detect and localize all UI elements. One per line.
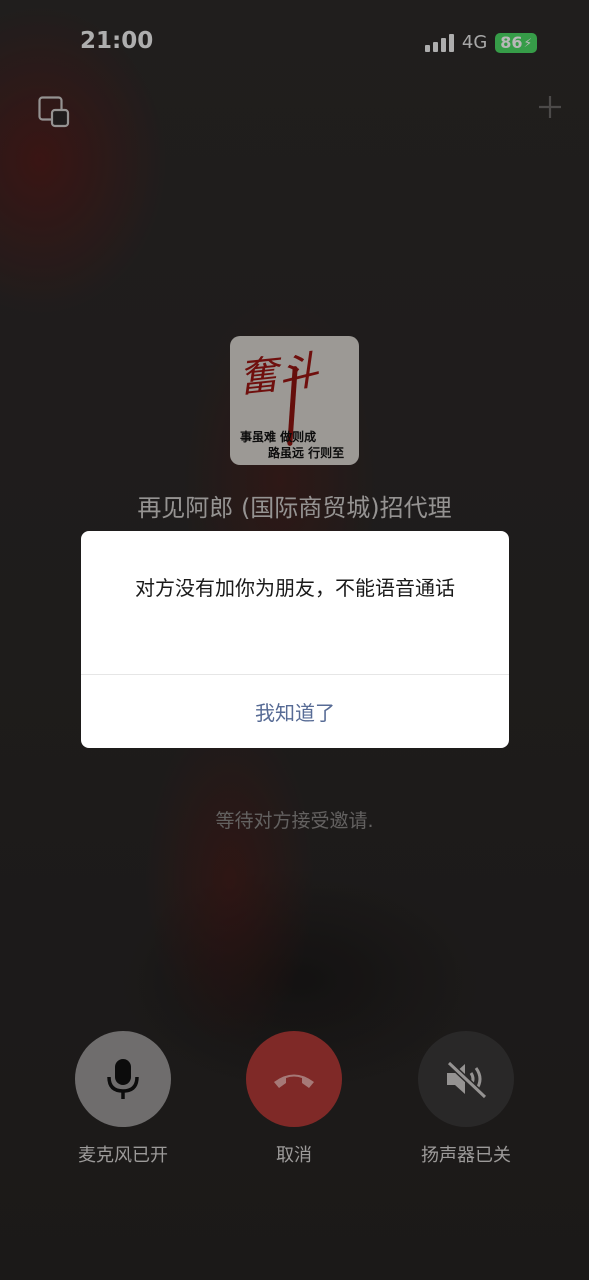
- alert-dialog: 对方没有加你为朋友，不能语音通话 我知道了: [81, 531, 509, 748]
- dialog-confirm-button[interactable]: 我知道了: [81, 675, 509, 748]
- dialog-message: 对方没有加你为朋友，不能语音通话: [135, 576, 455, 600]
